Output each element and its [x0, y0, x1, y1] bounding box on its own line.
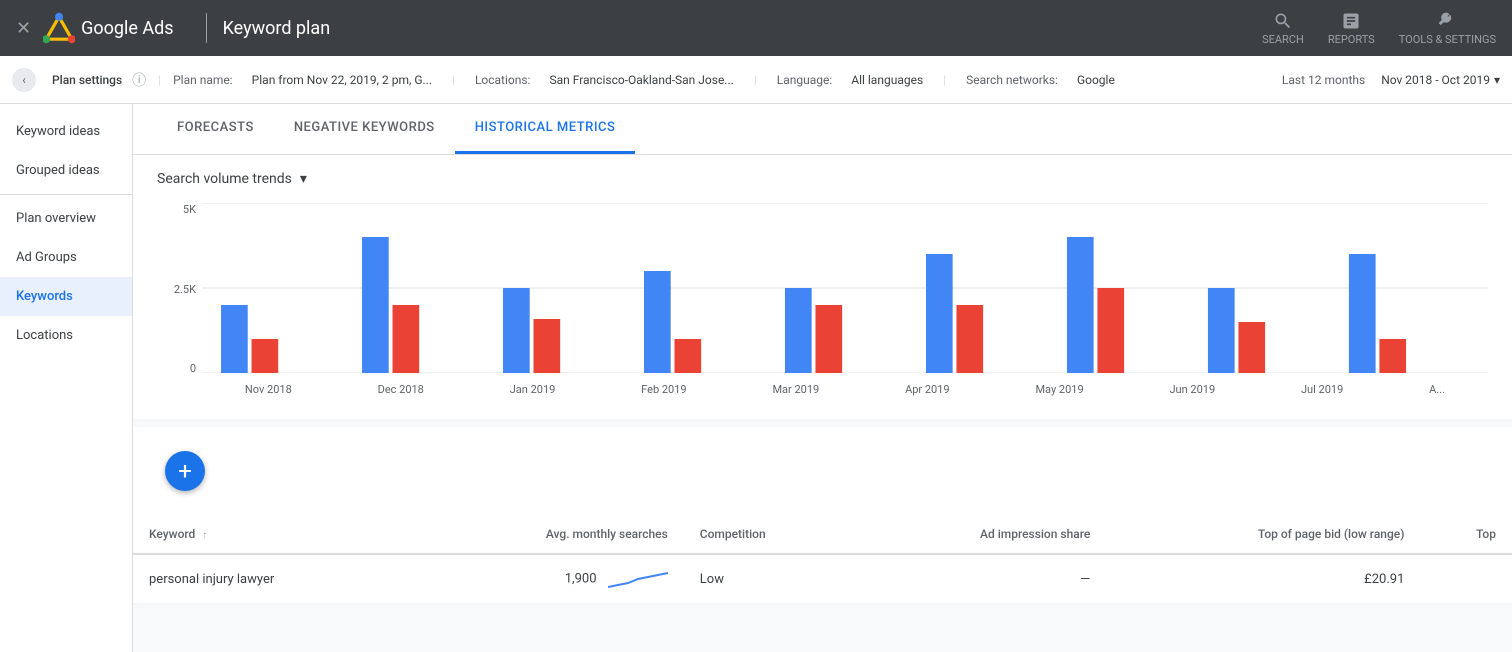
x-label-dec2018: Dec 2018: [378, 383, 424, 396]
col-header-ad-impression: Ad impression share: [856, 515, 1106, 554]
table-section: + Keyword ↑ Avg. monthly searches Co: [133, 427, 1512, 604]
sidebar-divider: [0, 194, 132, 195]
tools-label: TOOLS & SETTINGS: [1399, 33, 1496, 46]
chart-svg: [202, 203, 1488, 373]
tabs-bar: FORECASTS NEGATIVE KEYWORDS HISTORICAL M…: [133, 104, 1512, 155]
x-label-jan2019: Jan 2019: [510, 383, 556, 396]
sidebar-item-locations[interactable]: Locations: [0, 316, 132, 355]
x-label-jul2019: Jul 2019: [1301, 383, 1343, 396]
col-header-top-bid: Top of page bid (low range): [1106, 515, 1420, 554]
y-label-2-5k: 2.5K: [174, 283, 196, 296]
x-label-aug2019: A...: [1429, 383, 1445, 396]
info-icon: ⓘ: [132, 70, 146, 90]
language-label: Language:: [777, 73, 833, 87]
language-value: All languages: [851, 73, 923, 87]
sidebar: Keyword ideas Grouped ideas Plan overvie…: [0, 104, 133, 652]
date-range-section: Last 12 months Nov 2018 - Oct 2019 ▾: [1282, 73, 1500, 87]
logo: Google Ads: [43, 12, 173, 44]
add-icon: +: [178, 457, 192, 485]
tab-forecasts[interactable]: FORECASTS: [157, 104, 274, 154]
page-title: Keyword plan: [223, 18, 331, 39]
collapse-icon: ‹: [22, 73, 26, 87]
search-networks-label: Search networks:: [966, 73, 1058, 87]
search-label: SEARCH: [1262, 33, 1304, 46]
x-labels: Nov 2018 Dec 2018 Jan 2019 Feb 2019 Mar …: [202, 375, 1488, 403]
chart-header: Search volume trends ▾: [157, 171, 1488, 187]
top-bar: ✕ Google Ads Keyword plan SEARCH REPORTS…: [0, 0, 1512, 56]
col-header-top: Top: [1420, 515, 1512, 554]
top-bar-actions: SEARCH REPORTS TOOLS & SETTINGS: [1262, 11, 1496, 46]
col-header-competition: Competition: [684, 515, 856, 554]
add-keyword-button[interactable]: +: [165, 451, 205, 491]
sidebar-item-plan-overview[interactable]: Plan overview: [0, 199, 132, 238]
date-range-value: Nov 2018 - Oct 2019: [1381, 73, 1490, 87]
sort-icon-keyword: ↑: [202, 530, 207, 541]
main-layout: Keyword ideas Grouped ideas Plan overvie…: [0, 104, 1512, 652]
settings-label: Plan settings: [52, 73, 122, 87]
reports-action[interactable]: REPORTS: [1328, 11, 1375, 46]
y-axis: 5K 2.5K 0: [157, 203, 202, 375]
cell-keyword: personal injury lawyer: [133, 554, 413, 604]
cell-top-bid: £20.91: [1106, 554, 1420, 604]
last-label: Last 12 months: [1282, 73, 1365, 87]
search-action[interactable]: SEARCH: [1262, 11, 1304, 46]
date-range-button[interactable]: Nov 2018 - Oct 2019 ▾: [1381, 73, 1500, 87]
plan-name-label: Plan name:: [173, 73, 233, 87]
cell-competition: Low: [684, 554, 856, 604]
chart-title-button[interactable]: Search volume trends ▾: [157, 171, 307, 187]
sidebar-item-grouped-ideas[interactable]: Grouped ideas: [0, 151, 132, 190]
close-button[interactable]: ✕: [16, 18, 31, 39]
content-area: FORECASTS NEGATIVE KEYWORDS HISTORICAL M…: [133, 104, 1512, 652]
x-label-jun2019: Jun 2019: [1169, 383, 1215, 396]
nav-divider: [206, 13, 207, 43]
y-label-5k: 5K: [183, 203, 196, 216]
x-label-may2019: May 2019: [1035, 383, 1083, 396]
sidebar-item-ad-groups[interactable]: Ad Groups: [0, 238, 132, 277]
chart-section: Search volume trends ▾ 5K 2.5K 0: [133, 155, 1512, 419]
table-row: personal injury lawyer 1,900 Low: [133, 554, 1512, 604]
cell-top: [1420, 554, 1512, 604]
locations-label: Locations:: [475, 73, 531, 87]
sidebar-item-keyword-ideas[interactable]: Keyword ideas: [0, 112, 132, 151]
col-header-avg-monthly: Avg. monthly searches: [413, 515, 684, 554]
x-label-feb2019: Feb 2019: [641, 383, 686, 396]
sidebar-item-keywords[interactable]: Keywords: [0, 277, 132, 316]
google-ads-label: Google Ads: [81, 18, 173, 39]
google-ads-logo: [43, 12, 75, 44]
table-body: personal injury lawyer 1,900 Low: [133, 554, 1512, 604]
plan-name-value: Plan from Nov 22, 2019, 2 pm, G...: [252, 73, 432, 87]
x-label-nov2018: Nov 2018: [245, 383, 292, 396]
search-networks-value: Google: [1077, 73, 1115, 87]
collapse-button[interactable]: ‹: [12, 68, 36, 92]
bar-chart: 5K 2.5K 0: [157, 203, 1488, 403]
tab-negative-keywords[interactable]: NEGATIVE KEYWORDS: [274, 104, 455, 154]
chart-title: Search volume trends: [157, 171, 292, 187]
table-fab-row: +: [133, 427, 1512, 515]
chart-chevron-icon: ▾: [300, 171, 307, 187]
locations-value: San Francisco-Oakland-San Jose...: [549, 73, 733, 87]
col-header-keyword[interactable]: Keyword ↑: [133, 515, 413, 554]
tab-historical-metrics[interactable]: HISTORICAL METRICS: [455, 104, 636, 154]
cell-ad-impression: —: [856, 554, 1106, 604]
tools-action[interactable]: TOOLS & SETTINGS: [1399, 11, 1496, 46]
keywords-table: Keyword ↑ Avg. monthly searches Competit…: [133, 515, 1512, 604]
table-header: Keyword ↑ Avg. monthly searches Competit…: [133, 515, 1512, 554]
y-label-0: 0: [190, 362, 196, 375]
cell-avg-monthly: 1,900: [413, 554, 684, 604]
sparkline: [608, 567, 668, 591]
x-label-mar2019: Mar 2019: [772, 383, 819, 396]
chevron-down-icon: ▾: [1494, 73, 1500, 87]
reports-label: REPORTS: [1328, 33, 1375, 46]
x-label-apr2019: Apr 2019: [905, 383, 950, 396]
plan-settings-bar: ‹ Plan settings ⓘ | Plan name: Plan from…: [0, 56, 1512, 104]
